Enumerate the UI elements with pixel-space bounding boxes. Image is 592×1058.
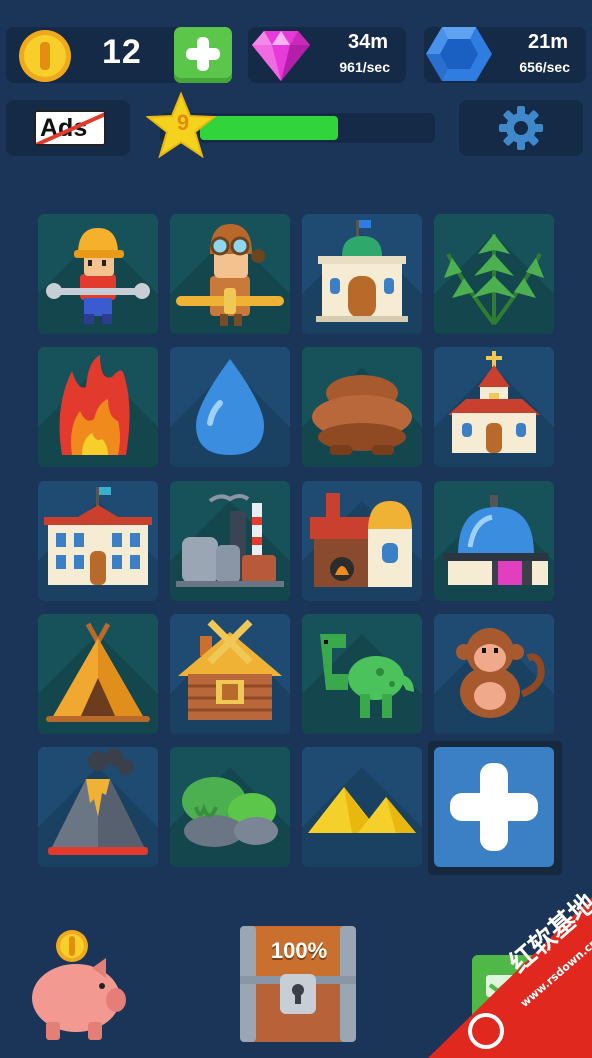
- coin-count: 12: [102, 33, 142, 71]
- tile-cabin[interactable]: [170, 614, 290, 734]
- blue-sapphire-icon: [426, 27, 492, 81]
- gold-coin-icon: [19, 30, 71, 82]
- dinosaur-icon: [320, 634, 414, 718]
- factory-icon: [176, 494, 284, 587]
- log-cabin-icon: [178, 619, 282, 720]
- gem-amount: 34m: [347, 31, 388, 53]
- tile-fire[interactable]: [38, 347, 158, 467]
- sapphire-amount: 21m: [527, 31, 568, 53]
- plus-icon: [186, 37, 220, 71]
- add-element-tile[interactable]: [428, 741, 562, 875]
- no-ads-icon: Ads: [34, 110, 106, 146]
- gem-rate: 961/sec: [339, 59, 390, 75]
- piggy-bank-icon[interactable]: [22, 928, 132, 1048]
- settings-button[interactable]: [459, 100, 583, 156]
- church-icon: [448, 351, 540, 453]
- builder-worker-icon: [46, 228, 150, 324]
- pink-diamond-icon: [252, 31, 310, 81]
- volcano-icon: [48, 748, 148, 855]
- tile-museum[interactable]: [302, 214, 422, 334]
- mud-pile-icon: [312, 375, 412, 455]
- tile-fern[interactable]: [434, 214, 554, 334]
- water-drop-icon: [196, 359, 264, 455]
- swamp-rocks-icon: [182, 777, 278, 847]
- tile-church[interactable]: [434, 347, 554, 467]
- level-progress-fill: [200, 116, 338, 140]
- buy-coins-button[interactable]: [174, 27, 232, 83]
- tile-sand[interactable]: [302, 747, 422, 867]
- tile-monkey[interactable]: [434, 614, 554, 734]
- pilot-aviator-icon: [176, 224, 284, 326]
- fern-plant-icon: [444, 234, 544, 326]
- gem-balance-panel: 34m 961/sec: [248, 27, 406, 83]
- sapphire-balance-panel: 21m 656/sec: [424, 27, 586, 83]
- tile-factory[interactable]: [170, 481, 290, 601]
- level-number: 9: [176, 110, 190, 135]
- tile-forge[interactable]: [302, 481, 422, 601]
- forge-workshop-icon: [310, 493, 412, 587]
- observatory-icon: [444, 495, 548, 585]
- tile-volcano[interactable]: [38, 747, 158, 867]
- museum-building-icon: [316, 220, 408, 322]
- gear-icon: [499, 106, 543, 150]
- tile-swamp[interactable]: [170, 747, 290, 867]
- tile-builder[interactable]: [38, 214, 158, 334]
- coin-balance-panel: 12: [6, 27, 232, 83]
- sand-dunes-icon: [308, 787, 416, 833]
- tipi-tent-icon: [46, 622, 150, 722]
- tile-observatory[interactable]: [434, 481, 554, 601]
- school-building-icon: [44, 487, 152, 585]
- tile-mud[interactable]: [302, 347, 422, 467]
- tile-pilot[interactable]: [170, 214, 290, 334]
- plus-icon: [450, 763, 538, 851]
- tile-tipi[interactable]: [38, 614, 158, 734]
- monkey-icon: [456, 628, 545, 718]
- tile-dinosaur[interactable]: [302, 614, 422, 734]
- remove-ads-button[interactable]: Ads: [6, 100, 130, 156]
- fire-icon: [59, 355, 130, 455]
- sapphire-rate: 656/sec: [519, 59, 570, 75]
- tile-school[interactable]: [38, 481, 158, 601]
- tile-water[interactable]: [170, 347, 290, 467]
- chest-progress-label: 100%: [270, 938, 328, 963]
